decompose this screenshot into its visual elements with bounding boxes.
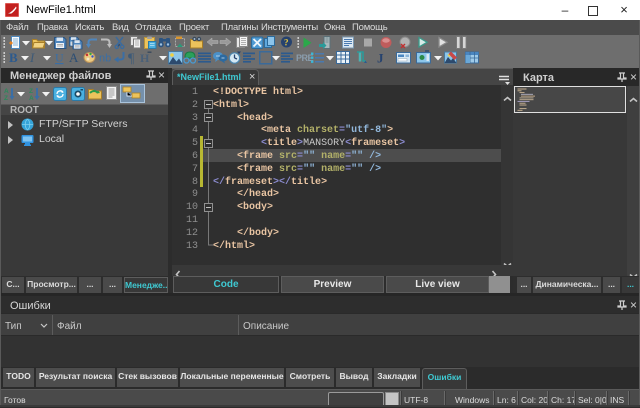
svg-text:A: A [29,95,34,102]
svg-text:B: B [9,50,18,65]
svg-text:PRE: PRE [296,53,314,63]
svg-text:A: A [4,88,9,95]
svg-text:¶: ¶ [128,52,135,66]
svg-text:H: H [140,51,150,65]
svg-text:J: J [377,51,384,66]
svg-text:?: ? [284,38,289,48]
svg-text:A: A [69,50,79,65]
svg-text:I: I [29,50,35,65]
svg-text:U: U [55,51,64,65]
svg-text:nb: nb [99,53,111,65]
svg-text:Z: Z [4,95,8,102]
svg-text:Z: Z [29,88,33,95]
